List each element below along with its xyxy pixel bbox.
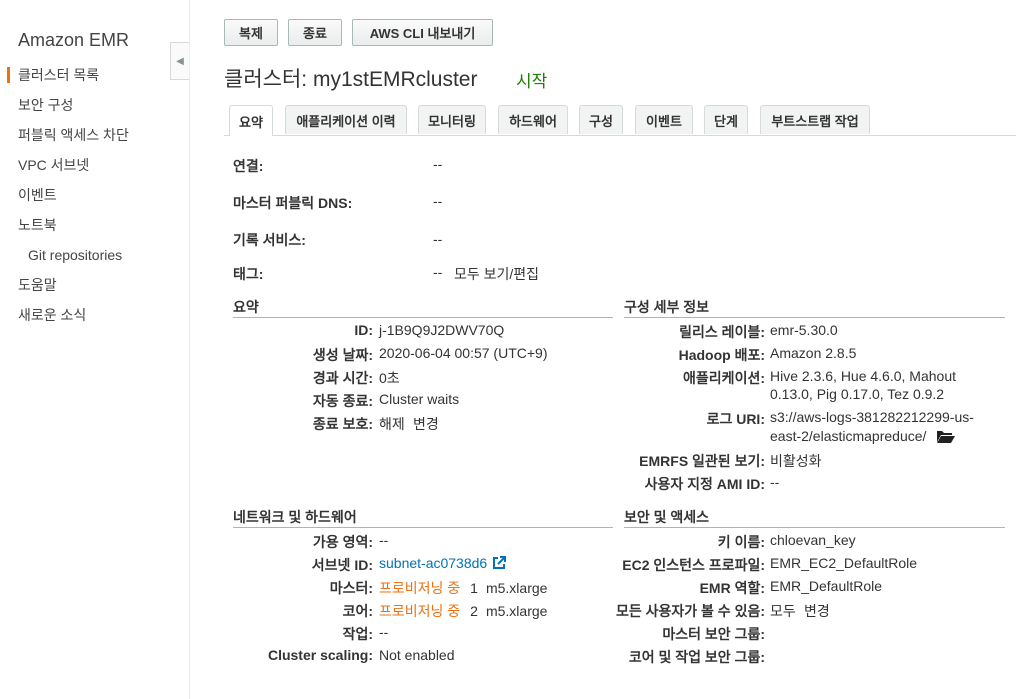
elapsed-time-label: 경과 시간: [312, 370, 373, 386]
emr-role-value: EMR_DefaultRole [770, 578, 883, 594]
cluster-id-label: ID: [354, 322, 373, 338]
applications-value-line1: Hive 2.3.6, Hue 4.6.0, Mahout [770, 368, 956, 384]
page-title: 클러스터: my1stEMRcluster [224, 68, 478, 91]
master-dns-value: -- [433, 193, 443, 209]
visible-to-all-users-change-link[interactable]: 변경 [804, 601, 830, 621]
aws-cli-export-button[interactable]: AWS CLI 내보내기 [352, 19, 493, 46]
master-count: 1 [470, 580, 478, 596]
config-section-heading: 구성 세부 정보 [624, 297, 1005, 318]
visible-to-all-users-label: 모든 사용자가 볼 수 있음: [615, 603, 765, 619]
sidebar-item-help[interactable]: 도움말 [0, 274, 189, 304]
sidebar-item-block-public-access[interactable]: 퍼블릭 액세스 차단 [0, 124, 189, 154]
elapsed-time-value: 0초 [379, 370, 400, 386]
creation-date-value: 2020-06-04 00:57 (UTC+9) [379, 345, 548, 361]
sidebar-item-whats-new[interactable]: 새로운 소식 [0, 304, 189, 334]
auto-terminate-value: Cluster waits [379, 391, 460, 407]
visible-to-all-users-value: 모두 [770, 603, 796, 619]
sidebar-item-git-repositories[interactable]: Git repositories [0, 244, 189, 274]
sidebar-item-cluster-list[interactable]: 클러스터 목록 [0, 64, 189, 94]
connections-value: -- [433, 156, 443, 172]
core-task-security-group-label: 코어 및 작업 보안 그룹: [628, 649, 765, 665]
sidebar-nav: 클러스터 목록 보안 구성 퍼블릭 액세스 차단 VPC 서브넷 이벤트 노트북… [0, 64, 189, 334]
tab-configurations[interactable]: 구성 [579, 105, 623, 134]
external-link-icon[interactable] [492, 556, 507, 573]
subnet-id-value: subnet-ac0738d6 [379, 555, 507, 573]
sidebar-item-vpc-subnets[interactable]: VPC 서브넷 [0, 154, 189, 184]
sidebar-title: Amazon EMR [18, 30, 130, 50]
log-uri-value-text: east-2/elasticmapreduce/ [770, 428, 927, 444]
tab-summary[interactable]: 요약 [229, 105, 273, 136]
summary-section-heading: 요약 [233, 297, 613, 318]
key-name-value: chloevan_key [770, 532, 856, 548]
tab-bootstrap-actions[interactable]: 부트스트랩 작업 [760, 105, 870, 134]
custom-ami-id-value: -- [770, 474, 780, 490]
master-status: 프로비저닝 중 [379, 580, 461, 596]
log-uri-label: 로그 URI: [706, 411, 765, 427]
availability-zone-value: -- [379, 532, 389, 548]
release-label-label: 릴리스 레이블: [679, 324, 765, 340]
core-value: 프로비저닝 중 2 m5.xlarge [379, 601, 547, 621]
core-status: 프로비저닝 중 [379, 603, 461, 619]
core-instance-type: m5.xlarge [485, 603, 548, 619]
custom-ami-id-label: 사용자 지정 AMI ID: [644, 476, 765, 492]
sidebar-item-events[interactable]: 이벤트 [0, 184, 189, 214]
tab-application-history[interactable]: 애플리케이션 이력 [285, 105, 407, 134]
cluster-scaling-label: Cluster scaling: [267, 647, 373, 663]
emrfs-consistent-view-value: 비활성화 [770, 453, 822, 469]
tags-view-edit-link[interactable]: 모두 보기/편집 [454, 264, 539, 284]
tab-hardware[interactable]: 하드웨어 [498, 105, 568, 134]
logging-value: -- [433, 231, 443, 247]
master-value: 프로비저닝 중 1 m5.xlarge [379, 578, 547, 598]
task-label: 작업: [342, 626, 373, 642]
master-instance-type: m5.xlarge [485, 580, 548, 596]
subnet-id-label: 서브넷 ID: [311, 557, 373, 573]
task-value: -- [379, 624, 389, 640]
tab-monitoring[interactable]: 모니터링 [418, 105, 486, 134]
sidebar: Amazon EMR 클러스터 목록 보안 구성 퍼블릭 액세스 차단 VPC … [0, 0, 190, 699]
connections-label: 연결: [233, 158, 264, 174]
sidebar-item-notebooks[interactable]: 노트북 [0, 214, 189, 244]
sidebar-item-security-config[interactable]: 보안 구성 [0, 94, 189, 124]
ec2-instance-profile-value: EMR_EC2_DefaultRole [770, 555, 918, 571]
auto-terminate-label: 자동 종료: [312, 393, 373, 409]
core-label: 코어: [342, 603, 373, 619]
cluster-scaling-value: Not enabled [379, 647, 455, 663]
termination-protection-value: 해제 [379, 416, 405, 432]
ec2-instance-profile-label: EC2 인스턴스 프로파일: [622, 557, 765, 573]
hadoop-distribution-label: Hadoop 배포: [678, 347, 765, 363]
tab-steps[interactable]: 단계 [704, 105, 748, 134]
log-uri-value-line2: east-2/elasticmapreduce/ [770, 428, 956, 446]
chevron-left-icon: ◀ [176, 55, 184, 67]
folder-open-icon[interactable] [936, 429, 956, 446]
tags-value: -- [433, 264, 443, 280]
tags-label: 태그: [233, 266, 264, 282]
subnet-id-link[interactable]: subnet-ac0738d6 [379, 555, 487, 571]
log-uri-value-line1: s3://aws-logs-381282212299-us- [770, 409, 974, 425]
terminate-button[interactable]: 종료 [288, 19, 342, 46]
termination-protection-change-link[interactable]: 변경 [413, 414, 439, 434]
emrfs-consistent-view-label: EMRFS 일관된 보기: [639, 453, 765, 469]
termination-protection-label: 종료 보호: [312, 416, 373, 432]
emr-role-label: EMR 역할: [699, 580, 765, 596]
logging-label: 기록 서비스: [233, 232, 306, 248]
master-label: 마스터: [329, 580, 373, 596]
applications-value-line2: 0.13.0, Pig 0.17.0, Tez 0.9.2 [770, 386, 945, 402]
cluster-status: 시작 [516, 72, 548, 91]
clone-button[interactable]: 복제 [224, 19, 278, 46]
tab-events[interactable]: 이벤트 [635, 105, 693, 134]
master-dns-label: 마스터 퍼블릭 DNS: [233, 195, 353, 211]
creation-date-label: 생성 날짜: [312, 347, 373, 363]
tab-bar: 요약 애플리케이션 이력 모니터링 하드웨어 구성 이벤트 단계 부트스트랩 작… [224, 105, 1016, 136]
availability-zone-label: 가용 영역: [312, 534, 373, 550]
hadoop-distribution-value: Amazon 2.8.5 [770, 345, 857, 361]
master-security-group-label: 마스터 보안 그룹: [662, 626, 765, 642]
sidebar-collapse-button[interactable]: ◀ [170, 42, 189, 80]
cluster-id-value: j-1B9Q9J2DWV70Q [379, 322, 505, 338]
core-count: 2 [470, 603, 478, 619]
key-name-label: 키 이름: [717, 534, 765, 550]
security-section-heading: 보안 및 액세스 [624, 507, 1005, 528]
network-section-heading: 네트워크 및 하드웨어 [233, 507, 613, 528]
applications-label: 애플리케이션: [683, 370, 765, 386]
release-label-value: emr-5.30.0 [770, 322, 838, 338]
